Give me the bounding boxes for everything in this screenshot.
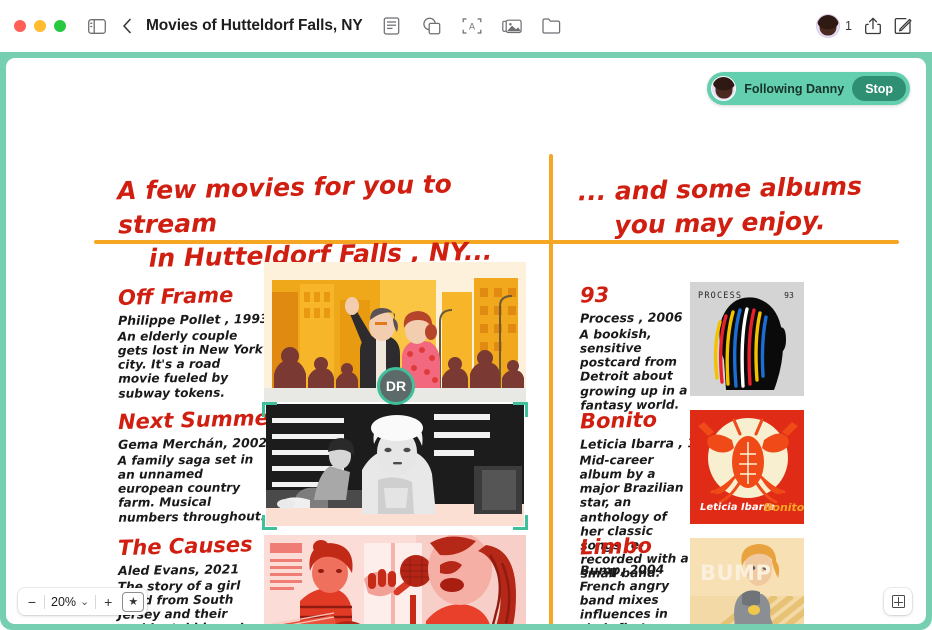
insert-toolbar: A [377, 11, 567, 41]
minimize-button[interactable] [34, 20, 46, 32]
album-cover-2[interactable]: Leticia Ibarra Bonito [690, 410, 805, 524]
zoom-out-button[interactable]: − [21, 591, 43, 613]
album-description: A bookish, sensitive postcard from Detro… [579, 326, 688, 413]
board-canvas[interactable]: Following Danny Stop A few movies for yo… [6, 58, 926, 624]
zoom-controls: − 20% ⌄ + ★ [18, 588, 148, 615]
album-title: 93 [579, 282, 610, 308]
album-cover-artist-1: PROCESS [698, 291, 742, 301]
album-credit: Leticia Ibarra , 1986 [579, 434, 723, 452]
svg-text:A: A [469, 22, 475, 32]
movie-description: A family saga set in an unnamed european… [117, 452, 266, 525]
movie-entry-2[interactable]: Next Summer Gema Merchán, 2002 A family … [117, 405, 280, 525]
right-column-heading: ... and some albums you may enjoy. [577, 169, 898, 243]
back-chevron-icon[interactable] [112, 11, 142, 41]
right-heading-line2: you may enjoy. [614, 205, 826, 240]
layout-toggle-button[interactable] [884, 588, 912, 615]
album-credit: Process , 2006 [579, 309, 683, 326]
zoom-button[interactable] [54, 20, 66, 32]
album-title: Limbo [579, 533, 653, 560]
board-content: A few movies for you to stream in Huttel… [6, 58, 926, 624]
album-cover-3[interactable]: BUMP LIMBO [690, 538, 816, 624]
movie-credit: Aled Evans, 2021 [117, 561, 240, 579]
collaborator-cursor-badge: DR [377, 367, 415, 405]
zoom-level-value: 20% [51, 594, 77, 609]
album-cover-title-2: Bonito [764, 501, 804, 514]
divider [44, 594, 45, 609]
vertical-divider [549, 154, 553, 624]
note-icon[interactable] [377, 11, 407, 41]
folder-icon[interactable] [537, 11, 567, 41]
sidebar-toggle-icon[interactable] [82, 11, 112, 41]
album-title: Bonito [579, 407, 658, 434]
avatar[interactable] [816, 14, 841, 38]
stop-following-button[interactable]: Stop [852, 76, 906, 101]
following-avatar [711, 76, 737, 101]
traffic-lights [14, 20, 66, 32]
left-heading-line1: A few movies for you to stream [117, 169, 453, 240]
album-cover-1[interactable]: PROCESS 93 [690, 282, 804, 396]
album-cover-artist-3: BUMP [700, 561, 771, 585]
favorite-star-icon[interactable]: ★ [122, 591, 145, 612]
share-icon[interactable] [858, 11, 888, 41]
movie-title: Off Frame [117, 282, 234, 311]
movie-description: An elderly couple gets lost in New York … [117, 328, 263, 401]
zoom-level-select[interactable]: 20% ⌄ [46, 591, 94, 613]
album-entry-3[interactable]: Limbo Bump, 2004 French angry band mixes… [579, 533, 692, 624]
following-avatar-hair [712, 77, 735, 91]
avatar-hair [817, 15, 839, 30]
album-entry-1[interactable]: 93 Process , 2006 A bookish, sensitive p… [579, 282, 692, 413]
text-box-icon[interactable]: A [457, 11, 487, 41]
movie-credit: Gema Merchán, 2002 [117, 434, 268, 453]
compose-icon[interactable] [888, 11, 918, 41]
album-description: French angry band mixes influences in th… [579, 578, 670, 624]
album-cover-title-1: 93 [784, 291, 794, 300]
title-bar: Movies of Hutteldorf Falls, NY A 1 [0, 0, 932, 52]
movie-entry-1[interactable]: Off Frame Philippe Pollet , 1993 An elde… [117, 282, 269, 401]
grid-icon [891, 595, 905, 608]
zoom-in-button[interactable]: + [97, 591, 119, 613]
following-pill: Following Danny Stop [707, 72, 910, 105]
divider [95, 594, 97, 609]
movie-artwork-2[interactable] [266, 404, 524, 526]
movie-credit: Philippe Pollet , 1993 [117, 310, 269, 329]
movie-artwork-3[interactable] [264, 535, 526, 624]
shapes-icon[interactable] [417, 11, 447, 41]
collaborator-count: 1 [845, 19, 852, 33]
chevron-down-icon: ⌄ [80, 596, 90, 608]
canvas-frame: Following Danny Stop A few movies for yo… [0, 52, 932, 630]
page-title: Movies of Hutteldorf Falls, NY [146, 17, 363, 34]
right-heading-line1: ... and some albums [577, 171, 863, 207]
movie-title: The Causes [117, 532, 253, 561]
collaborator-avatar-group[interactable]: 1 [816, 14, 852, 38]
following-label: Following Danny [744, 81, 845, 96]
close-button[interactable] [14, 20, 26, 32]
album-credit: Bump, 2004 [579, 561, 665, 578]
left-column-heading: A few movies for you to stream in Huttel… [117, 166, 539, 276]
app-window: Movies of Hutteldorf Falls, NY A 1 Follo… [0, 0, 932, 630]
movie-title: Next Summer [117, 405, 280, 435]
media-icon[interactable] [497, 11, 527, 41]
